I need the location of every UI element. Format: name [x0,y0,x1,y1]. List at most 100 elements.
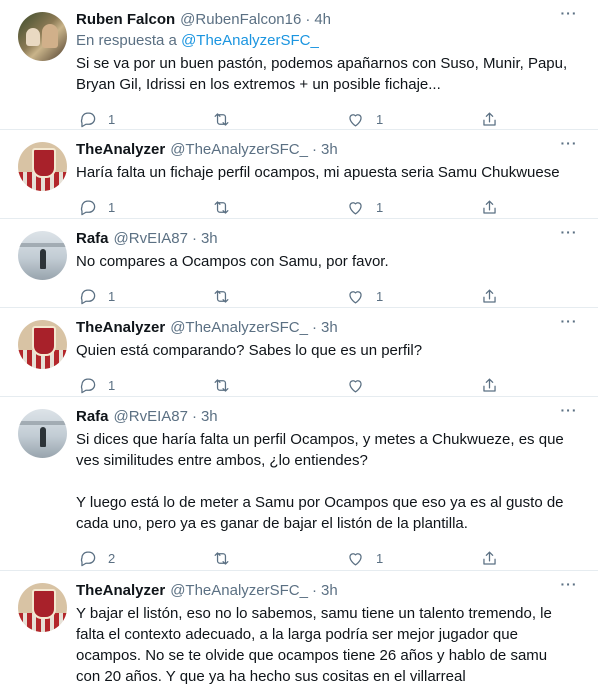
share-button[interactable] [478,108,518,130]
like-button[interactable]: 1 [344,285,478,307]
reply-button[interactable]: 1 [76,108,210,130]
tweet[interactable]: TheAnalyzer @TheAnalyzerSFC_ · 3h ··· Y … [0,571,598,695]
share-button[interactable] [478,547,518,569]
reply-mention-link[interactable]: @TheAnalyzerSFC_ [181,32,319,49]
separator-dot: · [191,230,197,247]
share-icon [478,196,500,218]
reply-prefix: En respuesta a [76,32,182,49]
like-count: 1 [376,111,384,127]
more-options-icon[interactable]: ··· [558,314,580,332]
retweet-icon [210,285,232,307]
share-button[interactable] [478,285,518,307]
timestamp[interactable]: 3h [321,140,338,160]
avatar[interactable] [18,320,67,369]
tweet-header: TheAnalyzer @TheAnalyzerSFC_ · 3h [76,140,582,160]
retweet-icon [210,108,232,130]
timestamp[interactable]: 3h [321,581,338,601]
display-name[interactable]: TheAnalyzer [76,318,165,338]
tweet[interactable]: Rafa @RvEIA87 · 3h ··· Si dices que harí… [0,397,598,571]
heart-icon [344,374,366,396]
reply-count: 1 [108,111,116,127]
tweet-header: Rafa @RvEIA87 · 3h [76,407,582,427]
share-icon [478,374,500,396]
reply-icon [76,374,98,396]
user-handle[interactable]: @TheAnalyzerSFC_ [170,140,308,160]
more-options-icon[interactable]: ··· [558,225,580,243]
retweet-button[interactable] [210,285,344,307]
avatar[interactable] [18,409,67,458]
heart-icon [344,108,366,130]
like-count: 1 [376,199,384,215]
share-icon [478,285,500,307]
retweet-button[interactable] [210,108,344,130]
avatar[interactable] [18,12,67,61]
tweet-text: Haría falta un fichaje perfil ocampos, m… [76,164,560,181]
share-button[interactable] [478,374,518,396]
tweet[interactable]: TheAnalyzer @TheAnalyzerSFC_ · 3h ··· Ha… [0,130,598,219]
timestamp[interactable]: 4h [314,10,331,30]
reply-context: En respuesta a @TheAnalyzerSFC_ [76,31,582,51]
tweet-text: Y bajar el listón, eso no lo sabemos, sa… [76,605,552,685]
display-name[interactable]: Rafa [76,229,109,249]
retweet-button[interactable] [210,547,344,569]
display-name[interactable]: Ruben Falcon [76,10,175,30]
more-options-icon[interactable]: ··· [558,403,580,421]
separator-dot: · [311,141,317,158]
user-handle[interactable]: @RubenFalcon16 [180,10,301,30]
like-button[interactable] [344,374,478,396]
display-name[interactable]: TheAnalyzer [76,140,165,160]
user-handle[interactable]: @RvEIA87 [114,407,188,427]
tweet-text: Si se va por un buen pastón, podemos apa… [76,55,568,93]
user-handle[interactable]: @TheAnalyzerSFC_ [170,318,308,338]
retweet-icon [210,547,232,569]
more-options-icon[interactable]: ··· [558,6,580,24]
share-button[interactable] [478,196,518,218]
heart-icon [344,285,366,307]
tweet[interactable]: TheAnalyzer @TheAnalyzerSFC_ · 3h ··· Qu… [0,308,598,397]
reply-button[interactable]: 1 [76,196,210,218]
like-count: 1 [376,550,384,566]
reply-button[interactable]: 2 [76,547,210,569]
retweet-icon [210,374,232,396]
tweet-header: TheAnalyzer @TheAnalyzerSFC_ · 3h [76,581,582,601]
like-button[interactable]: 1 [344,196,478,218]
timestamp[interactable]: 3h [321,318,338,338]
reply-icon [76,196,98,218]
retweet-button[interactable] [210,196,344,218]
tweet[interactable]: Ruben Falcon @RubenFalcon16 · 4h ··· En … [0,0,598,130]
tweet[interactable]: Rafa @RvEIA87 · 3h ··· No compares a Oca… [0,219,598,308]
tweet-header: TheAnalyzer @TheAnalyzerSFC_ · 3h [76,318,582,338]
user-handle[interactable]: @TheAnalyzerSFC_ [170,581,308,601]
tweet-header: Ruben Falcon @RubenFalcon16 · 4h [76,10,582,30]
tweet-text: Si dices que haría falta un perfil Ocamp… [76,431,564,532]
retweet-icon [210,196,232,218]
tweet-header: Rafa @RvEIA87 · 3h [76,229,582,249]
reply-button[interactable]: 1 [76,285,210,307]
display-name[interactable]: TheAnalyzer [76,581,165,601]
tweet-text: Quien está comparando? Sabes lo que es u… [76,342,423,359]
reply-count: 2 [108,550,116,566]
share-icon [478,108,500,130]
more-options-icon[interactable]: ··· [558,136,580,154]
user-handle[interactable]: @RvEIA87 [114,229,188,249]
avatar[interactable] [18,583,67,632]
reply-button[interactable]: 1 [76,374,210,396]
timestamp[interactable]: 3h [201,407,218,427]
reply-count: 1 [108,199,116,215]
retweet-button[interactable] [210,374,344,396]
display-name[interactable]: Rafa [76,407,109,427]
avatar[interactable] [18,231,67,280]
heart-icon [344,547,366,569]
avatar[interactable] [18,142,67,191]
more-options-icon[interactable]: ··· [558,577,580,595]
separator-dot: · [311,582,317,599]
reply-icon [76,547,98,569]
heart-icon [344,196,366,218]
tweet-text: No compares a Ocampos con Samu, por favo… [76,253,389,270]
reply-thread: Ruben Falcon @RubenFalcon16 · 4h ··· En … [0,0,598,695]
reply-count: 1 [108,377,116,393]
separator-dot: · [191,408,197,425]
timestamp[interactable]: 3h [201,229,218,249]
like-button[interactable]: 1 [344,108,478,130]
like-button[interactable]: 1 [344,547,478,569]
